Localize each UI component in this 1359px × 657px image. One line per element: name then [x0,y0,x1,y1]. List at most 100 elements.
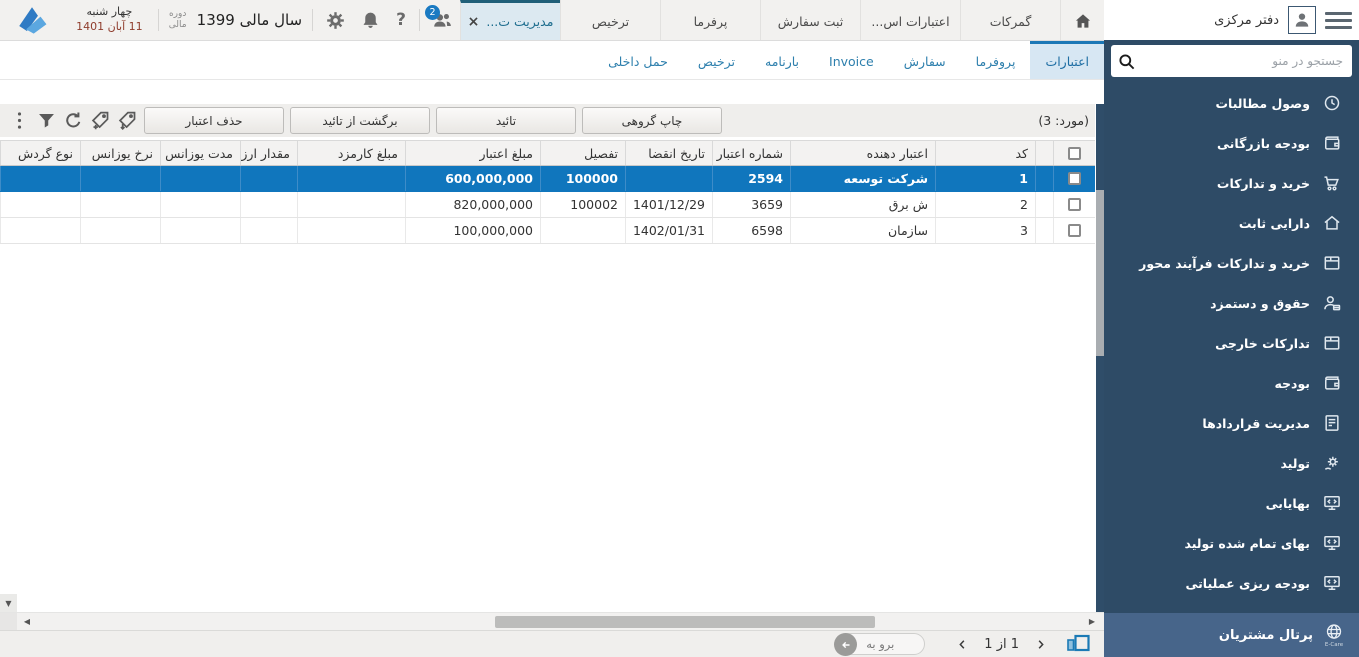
fiscal-period-label: دوره مالی [164,9,192,32]
clock-icon [1322,93,1342,113]
confirm-button[interactable]: تائید [436,107,576,134]
main-tab-bar: گمرکاتاعتبارات اس...ثبت سفارشپرفرماترخیص… [460,0,1104,40]
column-header-fee-amount[interactable]: مبلغ کارمزد [297,141,405,165]
cell-detail: 100002 [540,192,625,217]
sidebar-item-process-procurement[interactable]: خرید و تدارکات فرآیند محور [1104,243,1359,283]
column-header-code[interactable]: کد [935,141,1035,165]
delete-credit-button[interactable]: حذف اعتبار [144,107,284,134]
menu-search-input[interactable] [1136,54,1348,68]
sidebar-item-fixed-assets[interactable]: دارایی ثابت [1104,203,1359,243]
sidebar-item-customer-portal[interactable]: E-Care پرتال مشتریان [1104,613,1359,657]
tab-proforma[interactable]: پرفرما [660,0,760,40]
grid-vertical-scrollbar[interactable]: ▼ [0,140,17,612]
grid-header-row: کداعتبار دهندهشماره اعتبارتاریخ انقضاتفص… [0,140,1095,166]
bell-icon[interactable] [360,10,381,31]
select-all-checkbox[interactable] [1068,147,1081,160]
row-checkbox[interactable] [1068,224,1081,237]
sidebar-menu: وصول مطالباتبودجه بازرگانیخرید و تدارکات… [1104,83,1359,603]
subtab-bill-of-lading[interactable]: بارنامه [750,41,814,79]
house-icon [1322,213,1342,233]
sidebar-item-label: تدارکات خارجی [1215,336,1310,351]
subtab-invoice[interactable]: Invoice [814,41,889,79]
users-icon[interactable]: 2 [432,10,453,31]
next-page-icon[interactable] [1034,637,1047,652]
column-header-expiry-date[interactable]: تاریخ انقضا [625,141,712,165]
wallet-icon [1322,373,1342,393]
tab-clearance[interactable]: ترخیص [560,0,660,40]
tab-order-registration[interactable]: ثبت سفارش [760,0,860,40]
row-indicator-cell [1035,218,1053,243]
tab-credits-docs[interactable]: اعتبارات اس... [860,0,960,40]
go-arrow-icon[interactable] [834,633,857,656]
sidebar-item-payroll[interactable]: حقوق و دستمزد [1104,283,1359,323]
sidebar-item-commercial-budget[interactable]: بودجه بازرگانی [1104,123,1359,163]
goto-page-control[interactable]: برو به [835,633,925,655]
table-row[interactable]: 3سازمان65981402/01/31100,000,000 [0,218,1095,244]
close-icon[interactable]: × [468,15,480,29]
row-checkbox-cell [1053,166,1095,191]
card-view-icon[interactable] [1066,634,1091,654]
page-vertical-scrollbar[interactable] [1096,104,1104,612]
sidebar-item-production[interactable]: تولید [1104,443,1359,483]
row-checkbox[interactable] [1068,198,1081,211]
subtab-proforma[interactable]: پروفرما [961,41,1031,79]
cell-creditor: سازمان [790,218,935,243]
undo-confirm-button[interactable]: برگشت از تائید [290,107,430,134]
more-options-icon[interactable] [9,110,30,131]
user-avatar[interactable] [1288,6,1316,34]
sidebar-item-operational-budgeting[interactable]: بودجه ریزی عملیاتی [1104,563,1359,603]
cell-currency-amount [240,166,297,191]
production-icon [1322,453,1342,473]
cell-code: 1 [935,166,1035,191]
column-header-usance-duration[interactable]: مدت یوزانس [160,141,240,165]
table-row[interactable]: 2ش برق36591401/12/29100002820,000,000 [0,192,1095,218]
subtab-domestic-transport[interactable]: حمل داخلی [593,41,683,79]
help-icon[interactable]: ? [396,10,406,30]
sidebar-item-costing[interactable]: بهایابی [1104,483,1359,523]
column-header-credit-number[interactable]: شماره اعتبار [712,141,790,165]
tab-management[interactable]: مدیریت ت...× [460,0,560,40]
subtab-clearance[interactable]: ترخیص [683,41,750,79]
sidebar-item-budget[interactable]: بودجه [1104,363,1359,403]
subtab-order[interactable]: سفارش [889,41,961,79]
horizontal-scrollbar-thumb[interactable] [495,616,875,628]
sidebar-item-foreign-procurement[interactable]: تدارکات خارجی [1104,323,1359,363]
vertical-scrollbar-thumb[interactable] [1096,190,1104,356]
column-header-usance-rate[interactable]: نرخ یوزانس [80,141,160,165]
cell-detail: 100000 [540,166,625,191]
menu-icon[interactable] [1325,12,1352,29]
tab-home[interactable] [1060,0,1104,40]
previous-page-icon[interactable] [956,637,969,652]
filter-icon[interactable] [36,110,57,131]
add-tag-icon[interactable] [90,110,111,131]
tab-customs[interactable]: گمرکات [960,0,1060,40]
column-header-detail[interactable]: تفصیل [540,141,625,165]
row-checkbox[interactable] [1068,172,1081,185]
refresh-icon[interactable] [63,110,84,131]
tag-settings-icon[interactable] [117,110,138,131]
sidebar-item-production-cost[interactable]: بهای تمام شده تولید [1104,523,1359,563]
monitor-icon [1322,533,1342,553]
sidebar-item-label: مدیریت قراردادها [1202,416,1310,431]
sidebar-item-purchase-procurement[interactable]: خرید و تدارکات [1104,163,1359,203]
scroll-down-arrow-icon[interactable]: ▼ [0,594,17,612]
search-icon[interactable] [1117,52,1136,71]
gear-icon[interactable] [325,10,346,31]
column-header-creditor[interactable]: اعتبار دهنده [790,141,935,165]
header-checkbox-cell [1053,141,1095,165]
fiscal-year-value[interactable]: سال مالی 1399 [197,11,302,29]
subtab-credits[interactable]: اعتبارات [1030,41,1104,79]
sidebar-item-contract-management[interactable]: مدیریت قراردادها [1104,403,1359,443]
cell-fee-amount [297,166,405,191]
group-print-button[interactable]: چاپ گروهی [582,107,722,134]
scroll-right-arrow-icon[interactable]: ▶ [1084,613,1100,630]
cell-currency-amount [240,192,297,217]
table-row[interactable]: 1شرکت توسعه2594100000600,000,000 [0,166,1095,192]
cell-credit-amount: 820,000,000 [405,192,540,217]
scroll-left-arrow-icon[interactable]: ◀ [19,613,35,630]
sidebar-item-receivables-collection[interactable]: وصول مطالبات [1104,83,1359,123]
horizontal-scrollbar[interactable]: ◀ ▶ [0,612,1104,630]
column-header-currency-amount[interactable]: مقدار ارز [240,141,297,165]
ecare-caption: E-Care [1325,643,1343,649]
column-header-credit-amount[interactable]: مبلغ اعتبار [405,141,540,165]
